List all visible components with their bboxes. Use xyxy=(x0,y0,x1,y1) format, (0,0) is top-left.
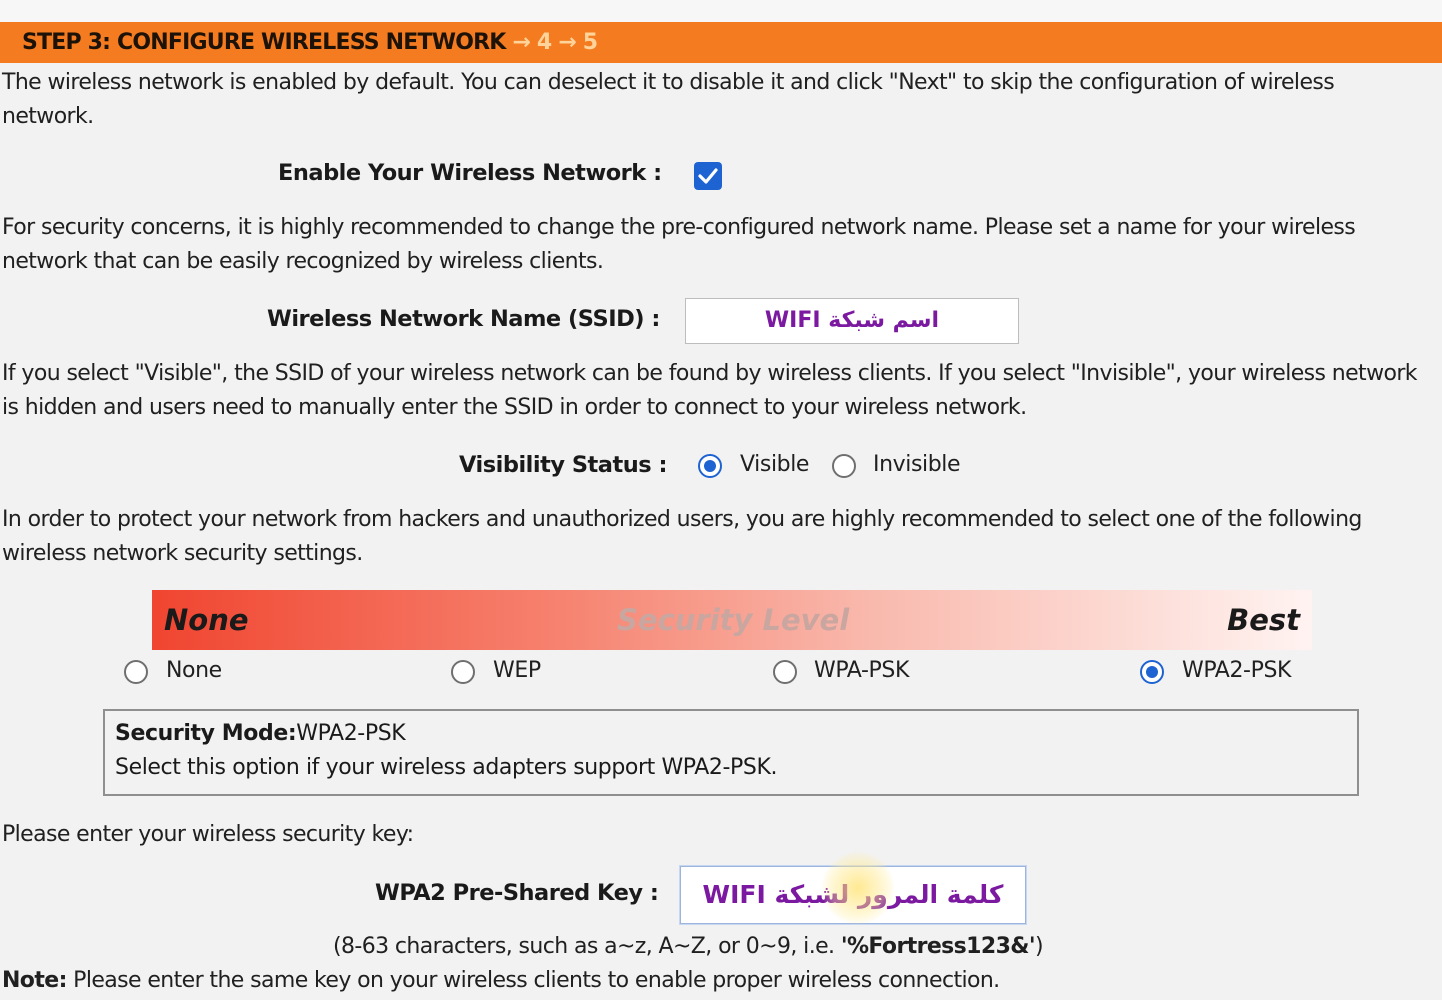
visibility-label: Visibility Status : xyxy=(459,452,667,478)
visible-label: Visible xyxy=(740,452,810,477)
security-mode-line: Security Mode:WPA2-PSK xyxy=(115,721,406,746)
security-bar-right: Best xyxy=(1227,603,1300,637)
enable-wireless-label: Enable Your Wireless Network : xyxy=(278,160,662,186)
intro-text: The wireless network is enabled by defau… xyxy=(2,70,1335,129)
psk-hint: (8-63 characters, such as a~z, A~Z, or 0… xyxy=(333,930,1433,964)
note-title: Note: xyxy=(2,968,67,993)
security-note-text: For security concerns, it is highly reco… xyxy=(2,215,1356,274)
enable-wireless-checkbox[interactable] xyxy=(694,162,722,190)
security-bar-left: None xyxy=(164,603,249,637)
step-progress: → 4 → 5 xyxy=(512,30,598,55)
security-wep-radio[interactable] xyxy=(451,660,475,684)
security-none-label: None xyxy=(166,658,222,683)
psk-label: WPA2 Pre-Shared Key : xyxy=(375,880,659,906)
step-title: STEP 3: CONFIGURE WIRELESS NETWORK → 4 →… xyxy=(22,30,598,55)
cursor-highlight xyxy=(822,852,894,924)
invisible-radio[interactable] xyxy=(832,454,856,478)
psk-hint-suffix: ) xyxy=(1035,934,1044,959)
note-text: Please enter the same key on your wirele… xyxy=(66,968,1000,993)
security-bar-center: Security Level xyxy=(617,603,850,637)
security-mode-description: Select this option if your wireless adap… xyxy=(115,755,778,780)
key-prompt-text: Please enter your wireless security key: xyxy=(2,822,414,847)
security-none-radio[interactable] xyxy=(124,660,148,684)
security-level-bar: None Security Level Best xyxy=(152,590,1312,650)
note-line: Note: Please enter the same key on your … xyxy=(2,964,1427,998)
security-mode-title: Security Mode: xyxy=(115,721,297,746)
psk-hint-example: '%Fortress123&' xyxy=(840,934,1036,959)
ssid-value: اسم شبكة WIFI xyxy=(764,308,940,333)
step-header: STEP 3: CONFIGURE WIRELESS NETWORK → 4 →… xyxy=(0,22,1442,63)
ssid-input[interactable]: اسم شبكة WIFI xyxy=(685,298,1019,344)
security-wpa2-psk-label: WPA2-PSK xyxy=(1182,658,1292,683)
psk-hint-prefix: (8-63 characters, such as a~z, A~Z, or 0… xyxy=(333,934,841,959)
security-mode-box: Security Mode:WPA2-PSK Select this optio… xyxy=(103,709,1359,796)
ssid-label: Wireless Network Name (SSID) : xyxy=(267,306,660,332)
security-wpa-psk-radio[interactable] xyxy=(773,660,797,684)
visible-radio[interactable] xyxy=(698,454,722,478)
security-wpa2-psk-radio[interactable] xyxy=(1140,660,1164,684)
top-strip xyxy=(0,0,1442,22)
checkmark-icon xyxy=(698,168,718,184)
security-wep-label: WEP xyxy=(493,658,541,683)
security-wpa-psk-label: WPA-PSK xyxy=(814,658,909,683)
security-mode-value: WPA2-PSK xyxy=(296,721,406,746)
visibility-note-text: If you select "Visible", the SSID of you… xyxy=(2,361,1418,420)
invisible-label: Invisible xyxy=(873,452,961,477)
protect-note-text: In order to protect your network from ha… xyxy=(2,507,1362,566)
